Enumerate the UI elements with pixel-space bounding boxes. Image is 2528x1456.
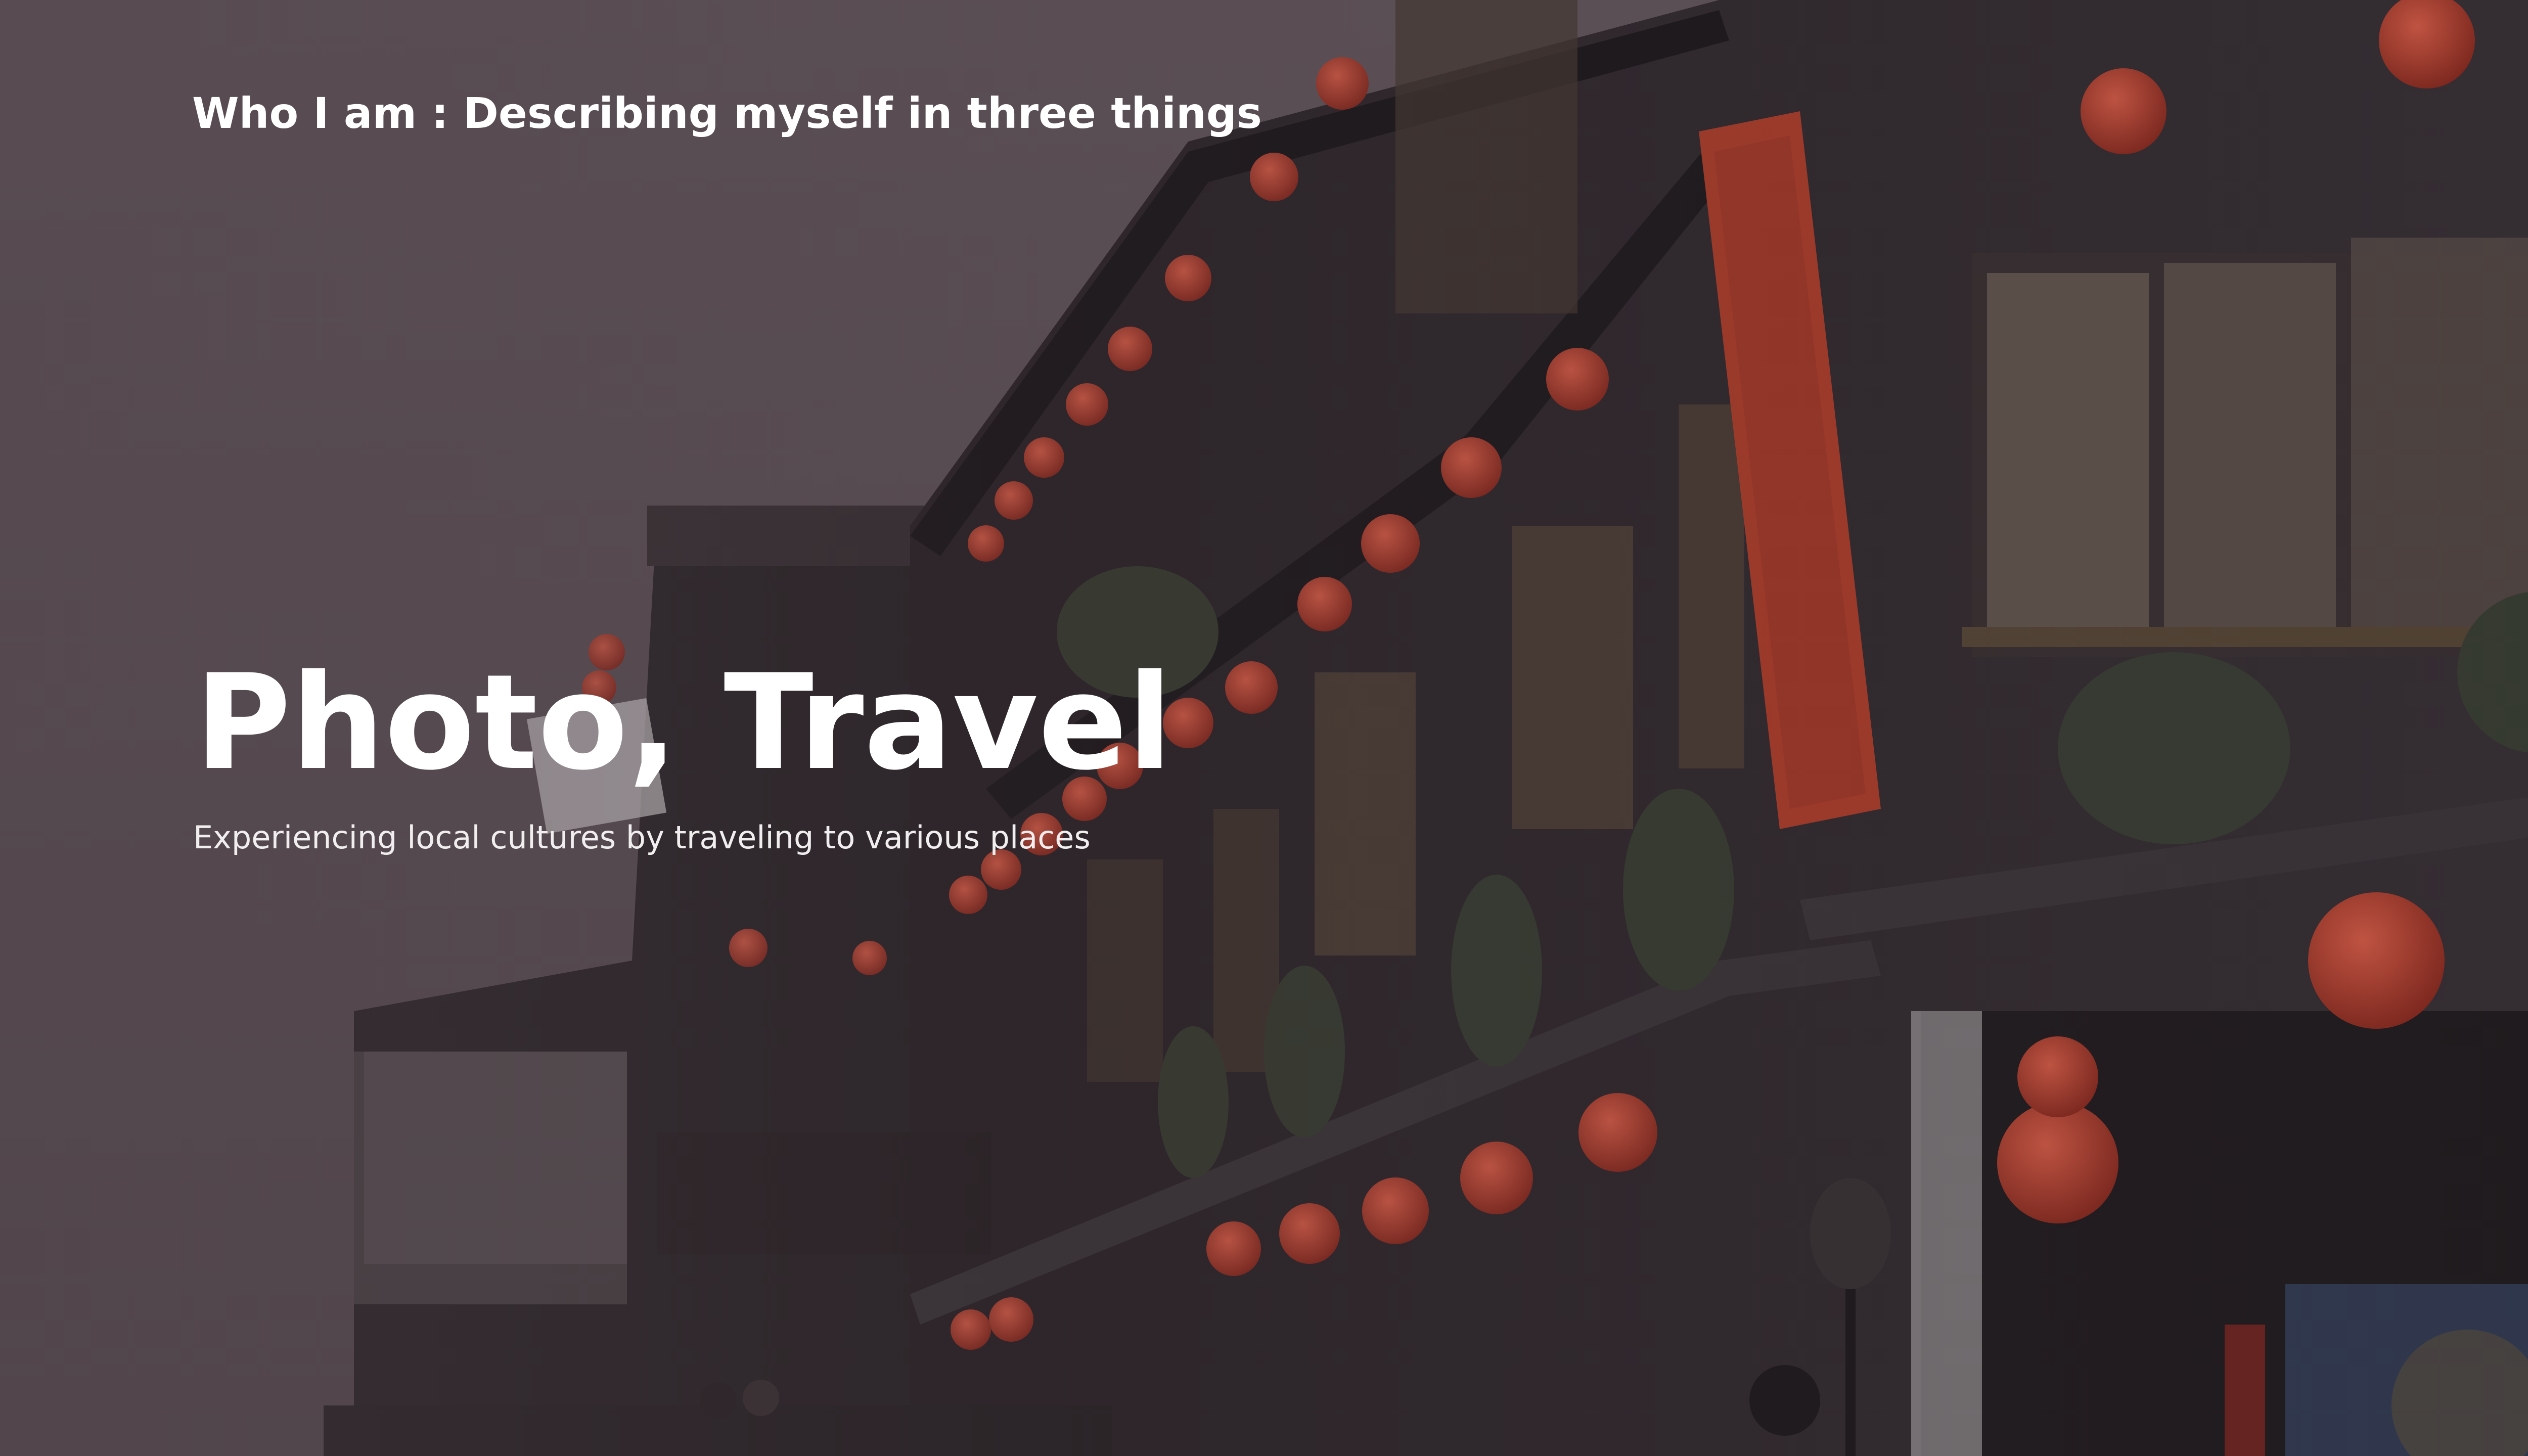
slide-subtitle: Experiencing local cultures by traveling…	[193, 819, 1091, 856]
slide-headline: Photo, Travel	[195, 647, 1172, 799]
slide-kicker: Who I am : Describing myself in three th…	[192, 88, 1262, 138]
slide: Who I am : Describing myself in three th…	[0, 0, 2528, 1456]
